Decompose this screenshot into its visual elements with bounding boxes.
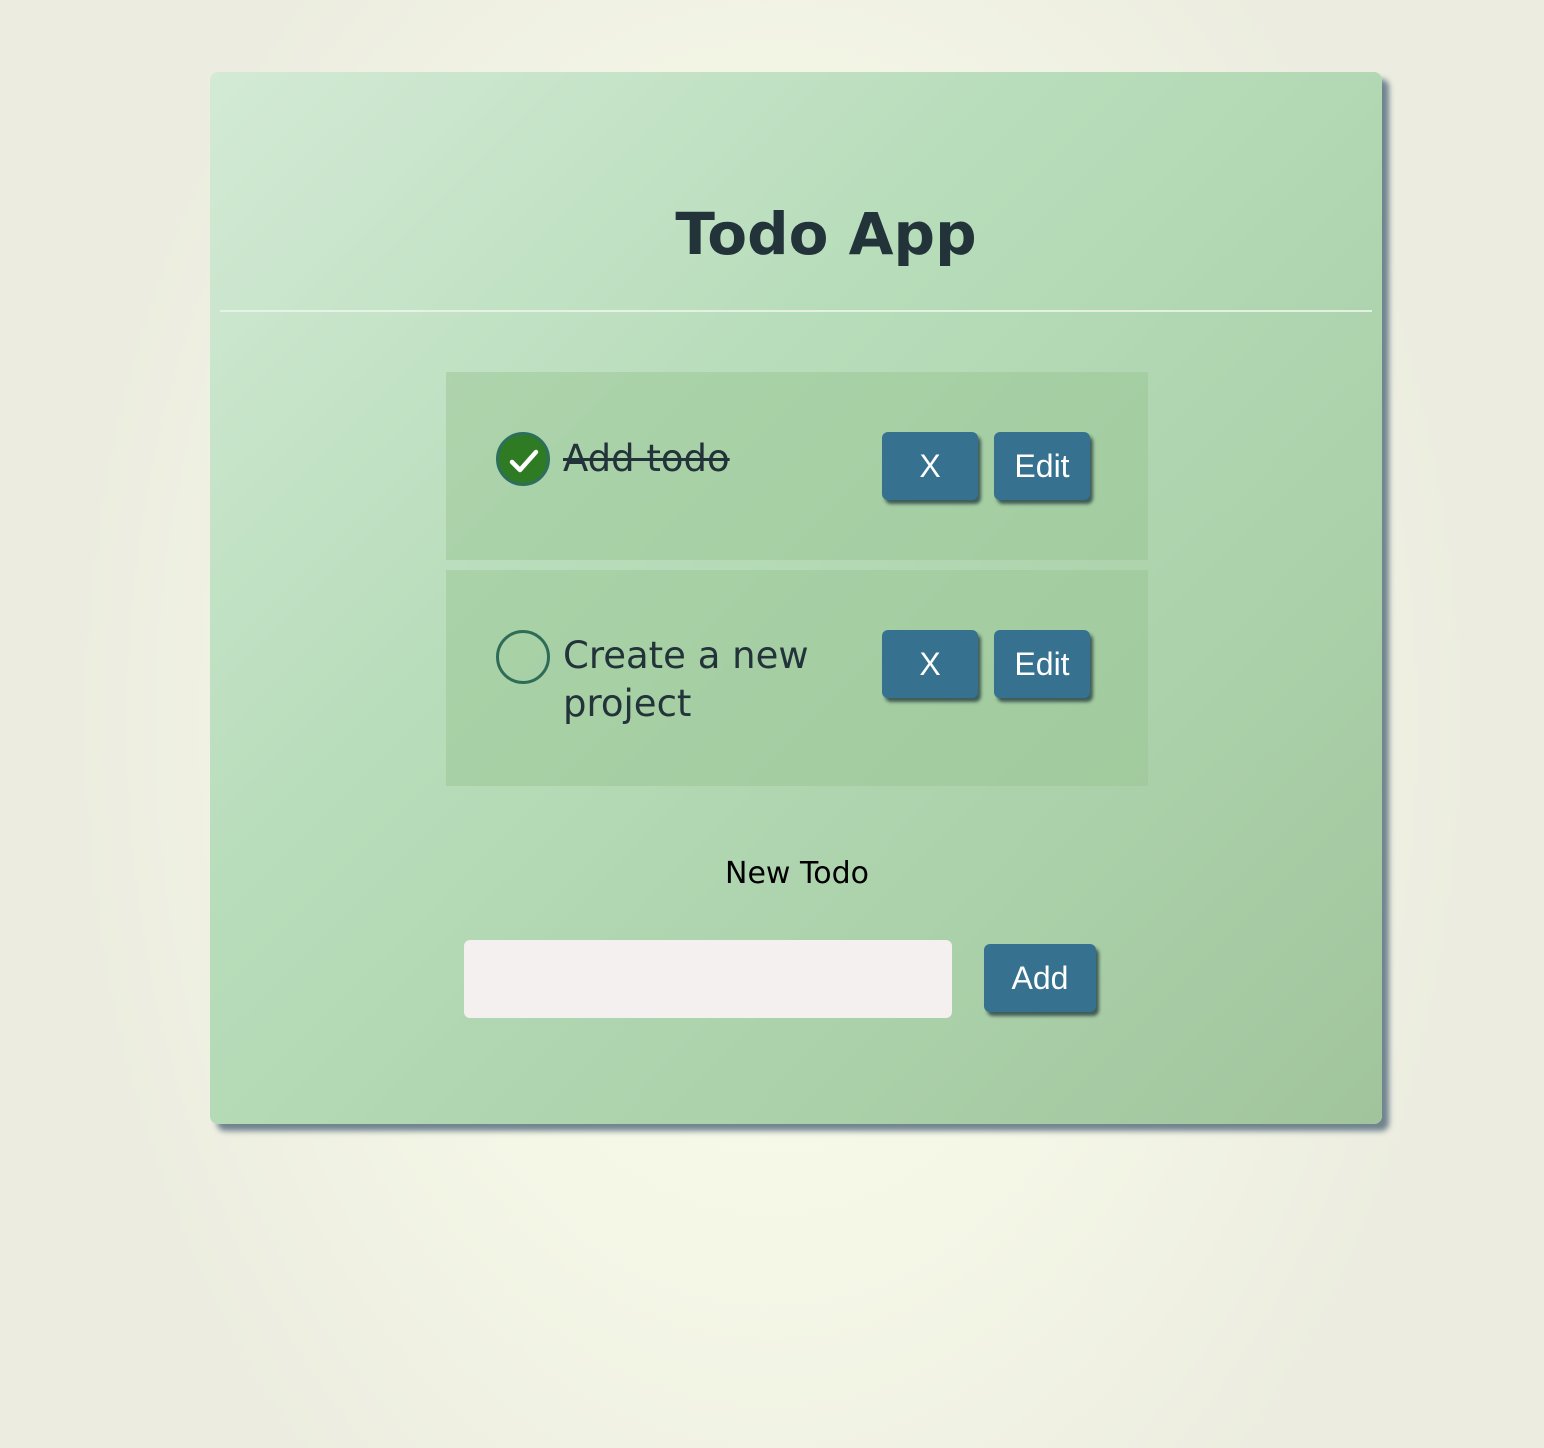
todo-item: Create a new project X Edit (446, 570, 1148, 786)
todo-text: Add todo (563, 437, 730, 480)
todo-app-card: Todo App Add todo X Edit Create a new pr… (210, 72, 1382, 1124)
todo-item: Add todo X Edit (446, 372, 1148, 560)
checkmark-icon (509, 449, 539, 473)
new-todo-input[interactable] (464, 940, 952, 1018)
complete-toggle[interactable] (496, 630, 550, 684)
todo-list: Add todo X Edit Create a new project X E… (446, 372, 1148, 796)
delete-button[interactable]: X (882, 630, 978, 698)
todo-text: Create a new project (563, 634, 809, 725)
add-button[interactable]: Add (984, 944, 1096, 1012)
title-divider (220, 310, 1372, 312)
edit-button[interactable]: Edit (994, 432, 1090, 500)
delete-button[interactable]: X (882, 432, 978, 500)
new-todo-label: New Todo (725, 856, 869, 891)
page-title: Todo App (675, 200, 977, 268)
complete-toggle[interactable] (496, 432, 550, 486)
edit-button[interactable]: Edit (994, 630, 1090, 698)
